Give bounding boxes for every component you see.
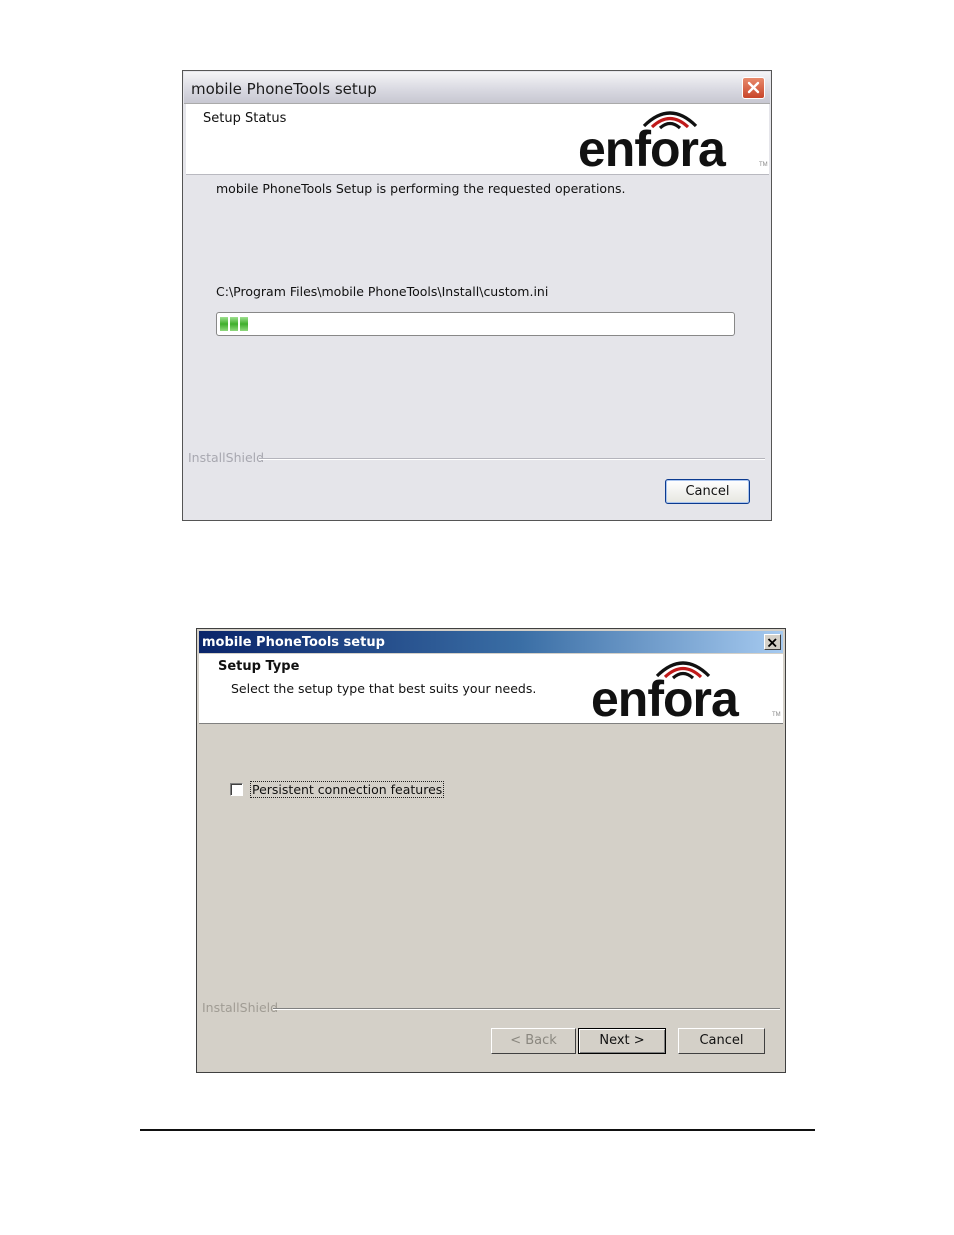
footer-divider — [273, 1008, 780, 1010]
next-button[interactable]: Next > — [578, 1028, 666, 1054]
dialog-header: Setup Status enfora TM — [186, 104, 769, 175]
close-button[interactable] — [764, 634, 781, 650]
installshield-brand: InstallShield — [188, 450, 265, 465]
setup-status-dialog: mobile PhoneTools setup Setup Status enf… — [182, 70, 772, 521]
window-title: mobile PhoneTools setup — [202, 635, 385, 650]
close-icon — [747, 81, 760, 94]
persistent-connection-label[interactable]: Persistent connection features — [250, 781, 445, 798]
back-button[interactable]: < Back — [491, 1028, 576, 1054]
progress-block — [220, 317, 228, 331]
title-bar[interactable]: mobile PhoneTools setup — [184, 72, 770, 104]
install-progress-bar — [216, 312, 735, 336]
logo-wordmark: enfora — [591, 671, 739, 727]
status-message: mobile PhoneTools Setup is performing th… — [216, 181, 626, 196]
window-title: mobile PhoneTools setup — [191, 80, 377, 98]
setup-type-dialog: mobile PhoneTools setup Setup Type Selec… — [196, 628, 786, 1073]
persistent-connection-checkbox[interactable] — [230, 783, 243, 796]
current-file-path: C:\Program Files\mobile PhoneTools\Insta… — [216, 284, 549, 299]
footer-divider — [259, 458, 765, 460]
installshield-brand: InstallShield — [202, 1000, 279, 1015]
close-button[interactable] — [742, 77, 765, 99]
header-subtitle: Select the setup type that best suits yo… — [231, 681, 537, 696]
cancel-button[interactable]: Cancel — [678, 1028, 765, 1054]
logo-wordmark: enfora — [578, 121, 726, 177]
progress-block — [230, 317, 238, 331]
close-icon — [767, 638, 777, 648]
title-bar[interactable]: mobile PhoneTools setup — [199, 631, 783, 653]
header-title: Setup Type — [218, 659, 300, 674]
progress-block — [240, 317, 248, 331]
header-title: Setup Status — [203, 111, 287, 126]
enfora-logo: enfora TM — [591, 656, 781, 727]
page-footer-rule — [140, 1129, 815, 1131]
cancel-button[interactable]: Cancel — [665, 479, 750, 504]
dialog-header: Setup Type Select the setup type that be… — [199, 654, 783, 724]
enfora-logo: enfora TM — [578, 106, 768, 177]
